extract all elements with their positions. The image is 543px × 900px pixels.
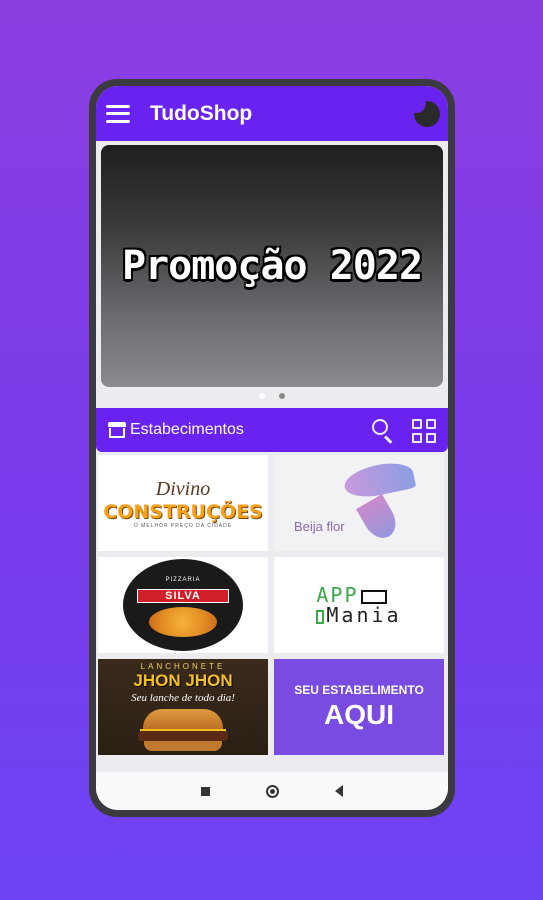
jhon-logo-main: JHON JHON <box>133 671 233 690</box>
establishment-card-ad-placeholder[interactable]: SEU ESTABELIMENTO AQUI <box>274 659 444 755</box>
pizzaria-logo: PIZZARIA SILVA <box>123 559 243 651</box>
pizzaria-logo-main: SILVA <box>137 589 229 603</box>
hamburger-menu-icon[interactable] <box>106 104 130 123</box>
jhon-logo-top: LANCHONETE <box>140 662 226 671</box>
home-icon[interactable] <box>266 784 279 798</box>
promo-banner[interactable]: Promoção 2022 <box>101 145 443 387</box>
pizza-icon <box>149 607 217 637</box>
section-title: Estabecimentos <box>130 421 244 438</box>
app-mania-logo: APP Mania <box>316 585 401 625</box>
system-nav-bar <box>96 772 448 810</box>
grid-view-icon[interactable] <box>412 419 436 443</box>
app-mania-line2: Mania <box>326 603 402 627</box>
carousel-dot-2[interactable] <box>279 393 285 399</box>
phone-bar-icon <box>316 609 325 624</box>
app-screen: TudoShop Promoção 2022 Estabecimentos Di… <box>96 86 448 810</box>
beija-flor-label: Beija flor <box>294 519 345 534</box>
store-icon <box>108 422 126 438</box>
dark-mode-toggle-icon[interactable] <box>414 101 440 127</box>
back-icon[interactable] <box>335 785 343 797</box>
divino-logo-main: CONSTRUÇÕES <box>103 500 263 523</box>
banner-text: Promoção 2022 <box>121 243 423 289</box>
section-header: Estabecimentos <box>96 408 448 452</box>
phone-frame: TudoShop Promoção 2022 Estabecimentos Di… <box>89 79 455 817</box>
ad-small-text: SEU ESTABELIMENTO <box>294 683 424 697</box>
recent-apps-icon[interactable] <box>201 786 210 796</box>
establishment-card-pizzaria-silva[interactable]: PIZZARIA SILVA <box>98 557 268 653</box>
carousel-dot-1[interactable] <box>259 393 265 399</box>
screen-box-icon <box>360 589 387 604</box>
divino-logo-title: Divino <box>155 477 211 500</box>
search-icon[interactable] <box>372 419 394 444</box>
divino-logo: Divino CONSTRUÇÕES O MELHOR PREÇO DA CID… <box>103 478 262 529</box>
ad-placeholder: SEU ESTABELIMENTO AQUI <box>294 683 424 731</box>
divino-logo-tagline: O MELHOR PREÇO DA CIDADE <box>133 522 233 529</box>
app-title: TudoShop <box>150 101 253 125</box>
establishment-card-divino[interactable]: Divino CONSTRUÇÕES O MELHOR PREÇO DA CID… <box>98 455 268 551</box>
ad-big-text: AQUI <box>323 699 394 730</box>
establishment-card-app-mania[interactable]: APP Mania <box>274 557 444 653</box>
pizzaria-logo-top: PIZZARIA <box>165 577 201 583</box>
establishment-card-jhon-jhon[interactable]: LANCHONETE JHON JHON Seu lanche de todo … <box>98 659 268 755</box>
hummingbird-logo: Beija flor <box>274 455 444 551</box>
app-bar: TudoShop <box>96 86 448 141</box>
burger-icon <box>143 709 223 731</box>
carousel-indicator <box>96 393 448 399</box>
jhon-logo-tagline: Seu lanche de todo dia! <box>131 692 235 704</box>
establishment-card-beija-flor[interactable]: Beija flor <box>274 455 444 551</box>
jhon-jhon-logo: LANCHONETE JHON JHON Seu lanche de todo … <box>98 659 268 755</box>
